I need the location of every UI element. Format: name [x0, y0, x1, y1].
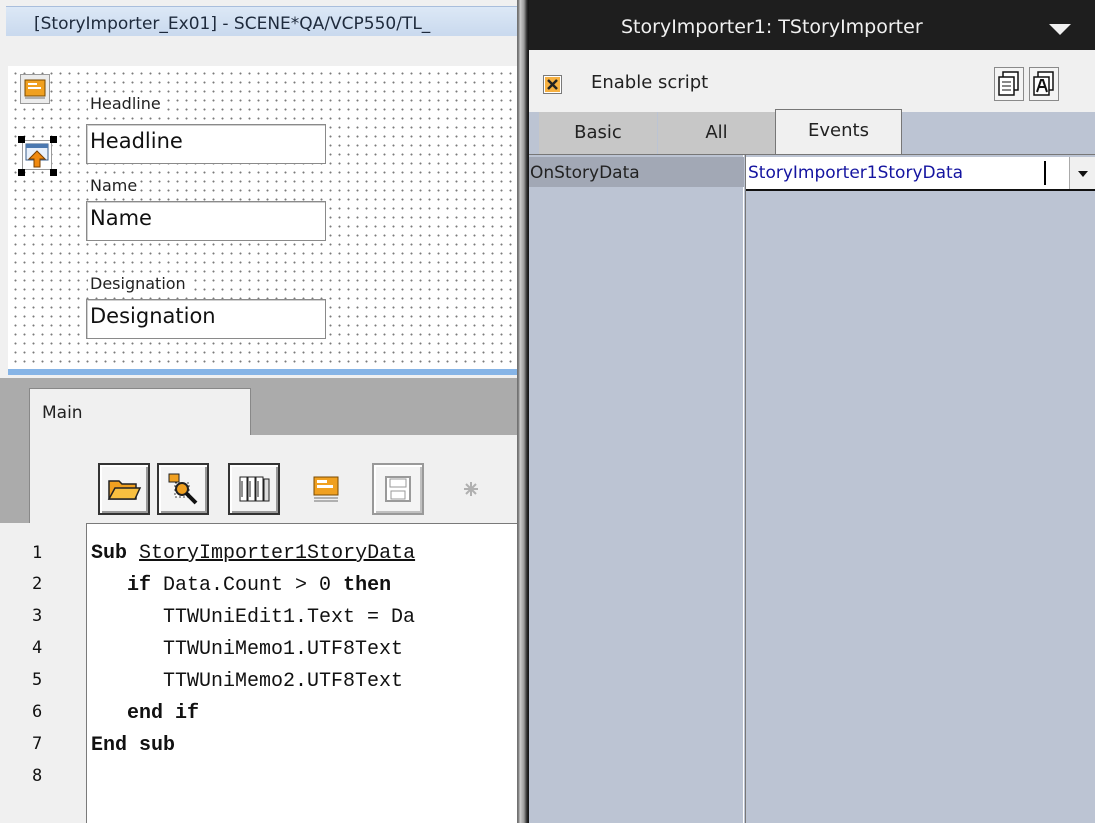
library-button[interactable]	[228, 463, 280, 515]
copy-properties-button[interactable]	[994, 67, 1024, 101]
name-field[interactable]: Name	[86, 201, 326, 241]
line-number: 2	[32, 574, 43, 594]
event-dropdown-button[interactable]	[1069, 157, 1095, 189]
property-name-column: OnStoryData	[529, 155, 744, 823]
code-line: if Data.Count > 0 then	[91, 574, 391, 597]
tab-all[interactable]: All	[658, 112, 775, 154]
designation-label[interactable]: Designation	[88, 274, 188, 293]
code-line: Sub StoryImporter1StoryData	[91, 542, 415, 565]
font-properties-button[interactable]	[1029, 67, 1059, 101]
tab-basic[interactable]: Basic	[539, 112, 657, 154]
component-button[interactable]	[300, 463, 352, 515]
inspector-tabs: Basic All Events	[529, 109, 1095, 156]
selection-handle[interactable]	[18, 169, 25, 176]
uni-edit-icon[interactable]	[20, 74, 50, 104]
tab-events[interactable]: Events	[775, 109, 902, 156]
tab-main[interactable]: Main	[29, 388, 251, 436]
text-caret	[1044, 161, 1046, 185]
code-procedure-name: StoryImporter1StoryData	[139, 542, 416, 565]
code-line: TTWUniMemo2.UTF8Text	[91, 670, 404, 693]
line-number-gutter: 1 2 3 4 5 6 7 8	[0, 523, 84, 823]
property-grid: OnStoryData StoryImporter1StoryData	[529, 154, 1095, 823]
inspector-toolbar: Enable script	[529, 50, 1095, 112]
line-number: 3	[32, 606, 43, 626]
font-properties-icon	[1030, 71, 1058, 104]
designer-window-title: [StoryImporter_Ex01] - SCENE*QA/VCP550/T…	[34, 14, 431, 34]
open-button[interactable]	[98, 463, 150, 515]
tab-main-label: Main	[42, 403, 83, 423]
code-keyword: if	[127, 574, 152, 597]
clear-button[interactable]	[445, 463, 497, 515]
code-keyword: Sub	[91, 542, 128, 565]
code-line: TTWUniMemo1.UTF8Text	[91, 638, 404, 661]
line-number: 8	[32, 766, 43, 786]
form-designer: [StoryImporter_Ex01] - SCENE*QA/VCP550/T…	[0, 0, 518, 378]
selection-handle[interactable]	[50, 136, 57, 143]
save-button[interactable]	[372, 463, 424, 515]
story-importer-icon[interactable]	[22, 140, 52, 170]
selection-handle[interactable]	[50, 169, 57, 176]
code-text-area[interactable]: Sub StoryImporter1StoryData if Data.Coun…	[86, 523, 518, 823]
script-editor: Main 1 2 3 4 5 6 7 8 Sub StoryImporter1S…	[0, 378, 518, 823]
designation-field[interactable]: Designation	[86, 299, 326, 339]
checkmark-icon	[545, 77, 560, 92]
inspector-title-bar[interactable]: StoryImporter1: TStoryImporter	[529, 0, 1095, 50]
enable-script-label: Enable script	[591, 72, 709, 93]
inspector-title: StoryImporter1: TStoryImporter	[621, 16, 923, 38]
code-line: TTWUniEdit1.Text = Da	[91, 606, 416, 629]
code-line: end if	[91, 702, 200, 725]
line-number: 4	[32, 638, 43, 658]
line-number: 7	[32, 734, 43, 754]
code-line: End sub	[91, 734, 176, 757]
designer-border	[8, 369, 518, 375]
dropdown-arrow-icon[interactable]	[1049, 24, 1071, 35]
line-number: 6	[32, 702, 43, 722]
object-inspector: StoryImporter1: TStoryImporter Enable sc…	[529, 0, 1095, 823]
chevron-down-icon	[1078, 171, 1088, 177]
design-canvas[interactable]: Headline Headline Name Name Designation …	[8, 66, 518, 373]
headline-label[interactable]: Headline	[88, 94, 163, 113]
event-name: OnStoryData	[530, 163, 640, 183]
name-label[interactable]: Name	[88, 176, 140, 195]
line-number: 5	[32, 670, 43, 690]
code-keyword: then	[343, 574, 392, 597]
designer-title-bar[interactable]: [StoryImporter_Ex01] - SCENE*QA/VCP550/T…	[6, 6, 518, 36]
headline-field[interactable]: Headline	[86, 124, 326, 164]
code-expression: Data.Count > 0	[151, 574, 344, 597]
event-row-name[interactable]: OnStoryData	[529, 157, 744, 187]
property-value-column: StoryImporter1StoryData	[745, 155, 1095, 823]
enable-script-checkbox[interactable]	[543, 75, 562, 94]
line-number: 1	[32, 543, 43, 563]
event-handler-value: StoryImporter1StoryData	[748, 163, 964, 183]
find-button[interactable]	[157, 463, 209, 515]
code-editor: 1 2 3 4 5 6 7 8 Sub StoryImporter1StoryD…	[0, 523, 518, 823]
event-value-editor[interactable]: StoryImporter1StoryData	[746, 157, 1095, 191]
copy-properties-icon	[995, 71, 1023, 104]
selection-handle[interactable]	[18, 136, 25, 143]
panel-splitter[interactable]	[517, 0, 529, 823]
